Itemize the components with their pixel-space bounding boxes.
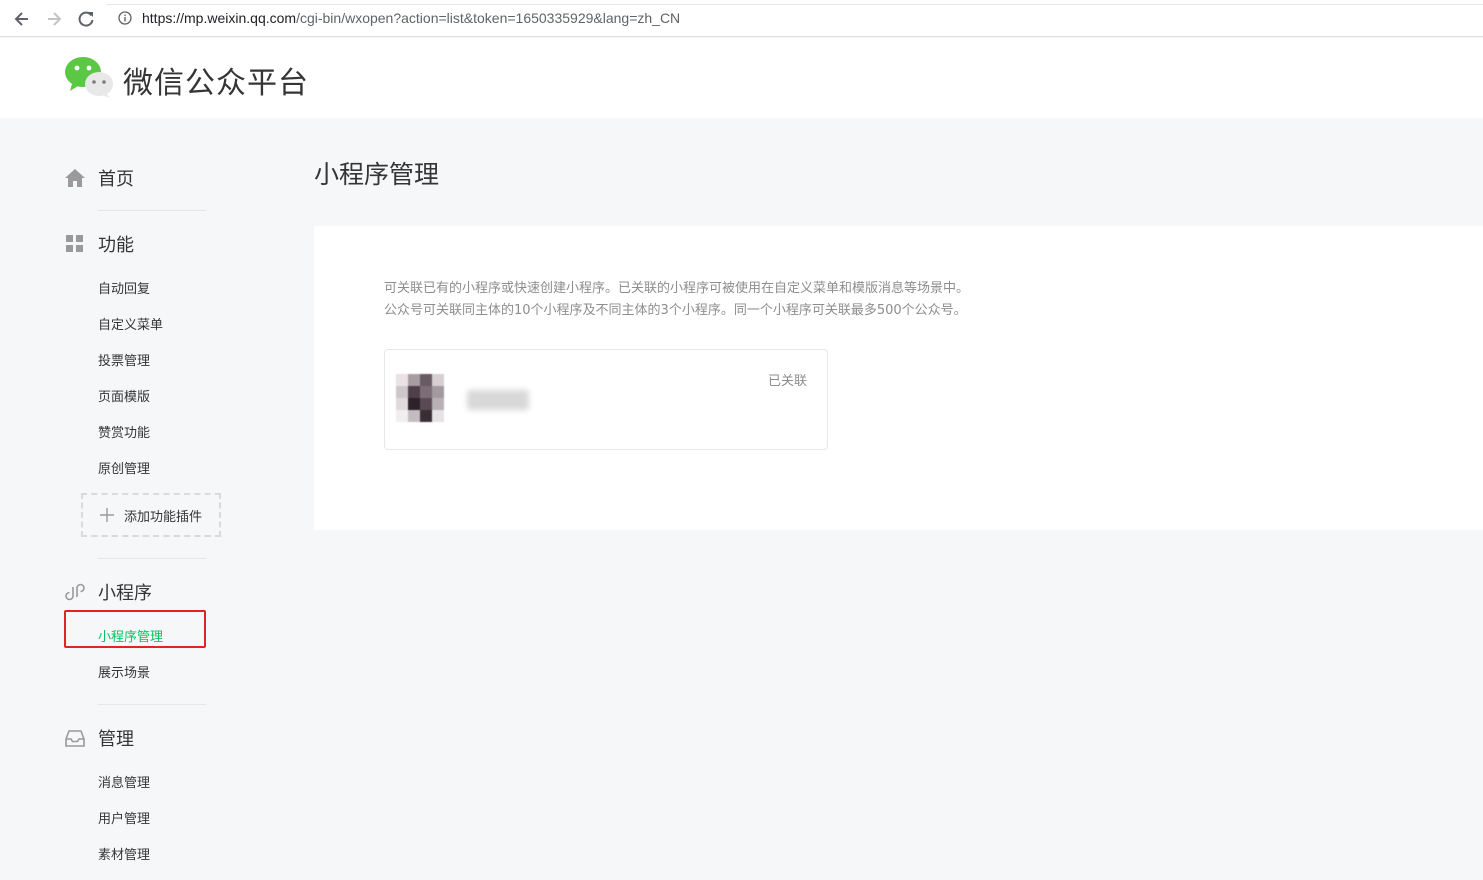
sidebar-item-page-template[interactable]: 页面模版 [98, 386, 150, 405]
sidebar-item-users[interactable]: 用户管理 [98, 808, 150, 827]
miniprogram-name-redacted [467, 390, 529, 410]
divider [98, 558, 206, 559]
reload-icon[interactable] [76, 9, 96, 29]
grid-icon [66, 235, 83, 252]
sidebar-section-miniprogram: 小程序 [64, 577, 152, 607]
add-plugin-label: 添加功能插件 [123, 509, 202, 525]
url-field[interactable]: https://mp.weixin.qq.com/cgi-bin/wxopen?… [106, 4, 1483, 33]
url-host: https://mp.weixin.qq.com [142, 10, 297, 26]
sidebar-item-original[interactable]: 原创管理 [98, 458, 150, 477]
divider [98, 704, 206, 705]
site-header: 微信公众平台 [0, 38, 1483, 118]
miniprogram-panel: 可关联已有的小程序或快速创建小程序。已关联的小程序可被使用在自定义菜单和模版消息… [314, 226, 1483, 530]
sidebar-item-home[interactable]: 首页 [64, 163, 134, 193]
miniprogram-avatar [396, 374, 444, 422]
sidebar-section-functions: 功能 [64, 229, 134, 259]
url-path: /cgi-bin/wxopen?action=list&token=165033… [296, 10, 681, 26]
description-line-1: 可关联已有的小程序或快速创建小程序。已关联的小程序可被使用在自定义菜单和模版消息… [384, 281, 970, 296]
sidebar-section-manage: 管理 [64, 723, 134, 753]
forward-arrow-icon[interactable] [44, 9, 64, 29]
plus-icon [99, 508, 114, 522]
sidebar-item-messages[interactable]: 消息管理 [98, 772, 150, 791]
section-label: 管理 [98, 729, 134, 750]
sidebar-item-auto-reply[interactable]: 自动回复 [98, 278, 150, 297]
link-icon [65, 583, 85, 601]
sidebar-item-label: 首页 [98, 169, 134, 190]
linked-status: 已关联 [767, 374, 807, 389]
linked-miniprogram-card[interactable]: 已关联 [384, 349, 828, 450]
wechat-logo-icon[interactable] [64, 56, 114, 98]
sidebar-item-custom-menu[interactable]: 自定义菜单 [98, 314, 163, 333]
description-line-2: 公众号可关联同主体的10个小程序及不同主体的3个小程序。同一个小程序可关联最多5… [384, 303, 967, 318]
section-label: 功能 [98, 235, 134, 256]
sidebar-item-display-scene[interactable]: 展示场景 [98, 662, 150, 681]
browser-address-bar: https://mp.weixin.qq.com/cgi-bin/wxopen?… [0, 0, 1483, 37]
section-label: 小程序 [98, 583, 152, 604]
sidebar: 首页 功能 自动回复 自定义菜单 投票管理 页面模版 赞赏功能 原创管理 添加功… [0, 118, 260, 880]
add-plugin-button[interactable]: 添加功能插件 [81, 493, 221, 537]
sidebar-item-reward[interactable]: 赞赏功能 [98, 422, 150, 441]
divider [98, 210, 206, 211]
back-arrow-icon[interactable] [12, 9, 32, 29]
highlight-box [64, 610, 206, 648]
info-icon[interactable] [118, 11, 132, 25]
url-text[interactable]: https://mp.weixin.qq.com/cgi-bin/wxopen?… [142, 10, 680, 26]
inbox-icon [65, 730, 85, 747]
sidebar-item-vote[interactable]: 投票管理 [98, 350, 150, 369]
home-icon [65, 169, 85, 187]
page-title: 小程序管理 [314, 160, 440, 189]
app-title[interactable]: 微信公众平台 [123, 58, 309, 102]
sidebar-item-materials[interactable]: 素材管理 [98, 844, 150, 863]
